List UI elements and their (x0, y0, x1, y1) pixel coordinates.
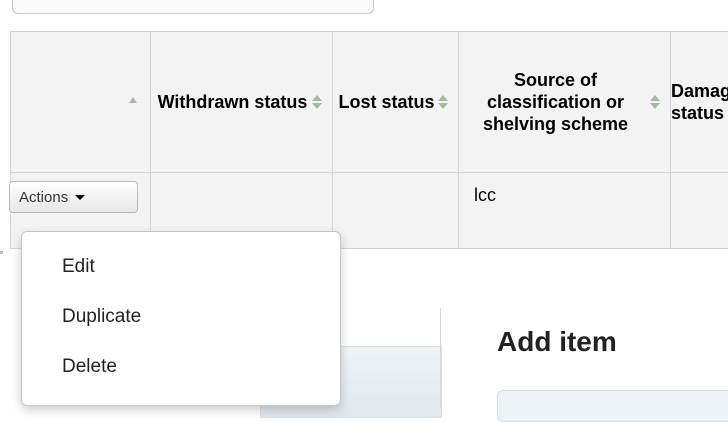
vertical-divider (440, 308, 441, 408)
sort-both-icon (650, 95, 660, 109)
column-header-classification-source[interactable]: Source of classification or shelving sch… (459, 32, 671, 173)
page-heading: Add item (497, 326, 617, 358)
table-cell-damaged (671, 173, 728, 249)
form-panel (497, 390, 728, 422)
actions-button-label: Actions (19, 189, 68, 206)
column-header-lost-status[interactable]: Lost status (333, 32, 459, 173)
classification-source-value: lcc (474, 185, 496, 206)
divider-dot (0, 251, 3, 254)
items-table: Withdrawn status Lost status Source of c… (10, 31, 728, 249)
sort-both-icon (438, 95, 448, 109)
sort-both-icon (312, 95, 322, 109)
actions-dropdown-button[interactable]: Actions (9, 181, 138, 213)
table-cell-classification (459, 173, 671, 249)
menu-item-delete[interactable]: Delete (62, 356, 117, 378)
column-header-damaged-status[interactable]: Damaged status (671, 32, 728, 173)
column-header-withdrawn-status[interactable]: Withdrawn status (151, 32, 333, 173)
sort-ascending-icon (128, 96, 138, 104)
menu-item-edit[interactable]: Edit (62, 256, 95, 278)
top-panel-edge (12, 0, 374, 14)
actions-dropdown-menu: Edit Duplicate Delete (21, 231, 341, 406)
column-header-actions[interactable] (11, 32, 151, 173)
menu-item-duplicate[interactable]: Duplicate (62, 306, 141, 328)
caret-down-icon (75, 195, 85, 200)
table-cell-lost (333, 173, 459, 249)
